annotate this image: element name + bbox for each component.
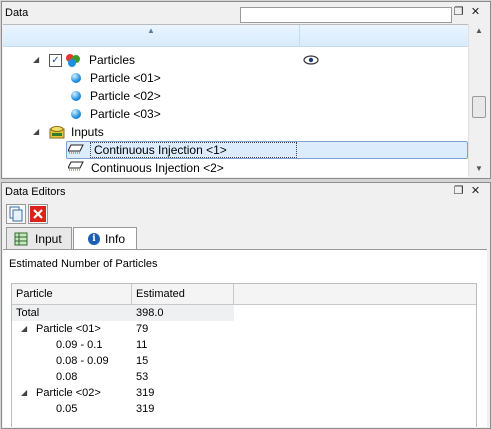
data-panel-title: Data [5,7,29,19]
scroll-up-icon[interactable]: ▲ [469,24,489,38]
data-editors-panel: Data Editors ❐ ✕ Input i Info Estimated … [1,182,491,429]
visibility-checkbox[interactable]: ✓ [49,54,62,67]
particle-sphere-icon [71,109,81,119]
table-row[interactable]: 0.08 53 [12,369,476,385]
tree-item-label: Continuous Injection <1> [90,142,297,158]
tree-item-label: Particle <03> [90,107,161,121]
estimated-particles-table: Particle Estimated Total 398.0 ◢ Particl… [11,283,477,427]
tab-input[interactable]: Input [6,227,72,250]
table-row[interactable]: Total 398.0 [12,305,476,321]
eye-icon[interactable] [303,55,319,65]
copy-button[interactable] [6,204,26,224]
tab-input-label: Input [35,232,62,246]
delete-x-icon [30,206,46,222]
table-header: Particle Estimated [12,284,476,305]
estimated-particles-heading: Estimated Number of Particles [9,258,158,270]
row-value: 11 [136,339,148,351]
data-editors-header: Data Editors ❐ ✕ [2,183,490,201]
collapse-icon[interactable]: ◢ [21,321,27,337]
table-row[interactable]: 0.08 - 0.09 15 [12,353,476,369]
tree-item-particles[interactable]: ◢ ✓ Particles [3,51,468,69]
row-name: 0.08 [56,371,78,383]
table-row[interactable]: 0.05 319 [12,401,476,417]
row-value: 15 [136,355,149,367]
row-name: Particle <01> [36,323,101,335]
tree-scrollbar[interactable]: ▲ ▼ [468,24,489,176]
row-value: 319 [136,403,155,415]
tab-info[interactable]: i Info [73,227,137,251]
row-value: 398.0 [136,307,164,319]
row-value: 319 [136,387,155,399]
tree-item-label: Particle <01> [90,71,161,85]
row-value: 53 [136,371,149,383]
delete-button[interactable] [28,204,48,224]
data-panel-header: Data ❐ ✕ [2,2,490,24]
info-icon: i [88,233,100,245]
inputs-folder-icon [49,126,65,139]
column-header-estimated[interactable]: Estimated [132,284,234,304]
tree-item-label: Particle <02> [90,89,161,103]
input-grid-icon [14,232,28,246]
data-search-input[interactable] [240,7,452,23]
tree-item-label: Particles [89,53,136,67]
tree-item-label: Continuous Injection <2> [91,161,224,175]
particles-group-icon [66,54,80,67]
sort-up-icon: ▲ [147,26,155,35]
copy-icon [9,206,23,222]
row-name: Total [16,307,40,319]
injection-plane-icon [68,144,84,154]
close-icon[interactable]: ✕ [470,186,481,197]
tree-item-label: Inputs [71,125,104,139]
table-row[interactable]: ◢ Particle <02> 319 [12,385,476,401]
row-name: 0.05 [56,403,78,415]
injection-plane-icon [68,161,84,171]
data-panel: Data ❐ ✕ ▲ ◢ ✓ Particles Particle <01> P… [1,1,491,179]
close-icon[interactable]: ✕ [470,7,481,18]
column-header-particle[interactable]: Particle [12,284,132,304]
tab-info-label: Info [105,232,126,246]
particle-sphere-icon [71,73,81,83]
tree-column-header[interactable]: ▲ [3,25,468,47]
data-editors-title: Data Editors [5,186,66,198]
row-name: 0.08 - 0.09 [56,355,109,367]
row-name: 0.09 - 0.1 [56,339,103,351]
table-row[interactable]: ◢ Particle <01> 79 [12,321,476,337]
row-name: Particle <02> [36,387,101,399]
particle-sphere-icon [71,91,81,101]
table-row[interactable]: 0.09 - 0.1 11 [12,337,476,353]
collapse-icon[interactable]: ◢ [33,123,39,141]
scrollbar-thumb[interactable] [472,96,486,118]
scroll-down-icon[interactable]: ▼ [469,162,489,176]
collapse-icon[interactable]: ◢ [21,385,27,401]
info-content: Estimated Number of Particles Particle E… [3,249,487,427]
row-value: 79 [136,323,149,335]
row-highlight [12,305,234,321]
restore-window-icon[interactable]: ❐ [453,7,464,18]
collapse-icon[interactable]: ◢ [33,51,39,69]
data-tree[interactable]: ▲ ◢ ✓ Particles Particle <01> Particle <… [3,24,468,177]
tree-item-injection-selected[interactable]: Continuous Injection <1> [66,141,468,159]
restore-window-icon[interactable]: ❐ [453,186,464,197]
